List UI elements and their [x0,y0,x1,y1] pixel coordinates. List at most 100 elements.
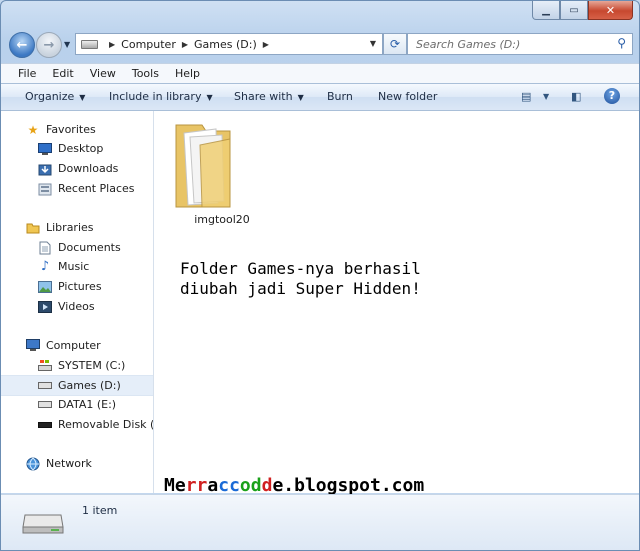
breadcrumb-computer[interactable]: Computer [121,38,176,51]
chevron-right-icon[interactable]: ▶ [263,40,269,49]
new-folder-button[interactable]: New folder [378,90,437,103]
organize-label: Organize [25,90,75,103]
menu-bar: File Edit View Tools Help [1,63,639,83]
maximize-icon: ▭ [569,4,579,16]
blog-watermark: Merraccodde.blogspot.com [164,475,424,496]
burn-button[interactable]: Burn [327,90,353,103]
file-list[interactable]: imgtool20 Folder Games-nya berhasil diub… [154,111,639,496]
details-pane: 1 item [1,494,639,550]
breadcrumb-games-d[interactable]: Games (D:) [194,38,257,51]
organize-button[interactable]: Organize ▼ [25,90,85,103]
drive-icon [38,379,52,393]
change-view-button[interactable]: ▤ [521,90,531,103]
recent-pages-dropdown[interactable]: ▼ [64,40,70,49]
sidebar-item-pictures[interactable]: Pictures [1,277,153,296]
share-with-label: Share with [234,90,293,103]
include-in-library-button[interactable]: Include in library ▼ [109,90,213,103]
drive-icon [38,398,52,412]
sidebar-item-downloads[interactable]: Downloads [1,159,153,178]
documents-icon [38,241,52,255]
sidebar-item-label: Network [46,457,92,470]
preview-pane-icon: ◧ [571,90,582,103]
sidebar-item-label: Favorites [46,123,96,136]
item-count: 1 item [82,504,118,517]
folder-item-imgtool20[interactable]: imgtool20 [172,117,272,227]
sidebar-item-videos[interactable]: Videos [1,297,153,316]
sidebar-item-libraries[interactable]: Libraries [1,218,153,237]
refresh-button[interactable]: ⟳ [383,33,407,55]
drive-icon [81,39,98,49]
network-icon [26,457,40,471]
chevron-down-icon: ▼ [79,93,86,102]
refresh-icon: ⟳ [389,37,401,51]
forward-button[interactable]: → [36,32,62,58]
address-dropdown-icon[interactable]: ▼ [370,39,376,48]
recent-places-icon [38,182,52,196]
sidebar-item-recent-places[interactable]: Recent Places [1,179,153,198]
chevron-right-icon[interactable]: ▶ [182,40,188,49]
computer-icon [26,339,40,353]
search-box[interactable]: ⚲ [407,33,633,55]
watermark-part: Me [164,475,186,496]
arrow-right-icon: → [43,37,55,53]
folder-name: imgtool20 [194,213,250,226]
sidebar-item-desktop[interactable]: Desktop [1,139,153,158]
sidebar-item-label: Documents [58,241,121,254]
watermark-part: e [272,475,284,496]
sidebar-item-label: Downloads [58,162,119,175]
drive-icon [22,514,64,534]
sidebar-item-label: SYSTEM (C:) [58,359,126,372]
menu-edit[interactable]: Edit [44,67,81,80]
chevron-down-icon: ▼ [297,93,304,102]
windows-drive-icon [38,359,52,373]
sidebar-item-label: Removable Disk (L:) [58,418,153,431]
close-icon: ✕ [605,3,616,17]
menu-file[interactable]: File [1,67,44,80]
sidebar-item-documents[interactable]: Documents [1,238,153,257]
command-bar: Organize ▼ Include in library ▼ Share with… [1,83,639,111]
minimize-button[interactable]: ▁ [532,1,560,20]
menu-view[interactable]: View [82,67,124,80]
star-icon: ★ [27,122,39,137]
navigation-row: ← → ▼ ▶ Computer ▶ Games (D:) ▶ ▼ ⟳ ⚲ [9,31,633,59]
videos-icon [38,300,52,314]
preview-pane-button[interactable]: ◧ [571,90,581,103]
libraries-icon [26,221,40,235]
menu-help[interactable]: Help [167,67,208,80]
sidebar-item-games-d[interactable]: Games (D:) [1,375,153,396]
watermark-part: r [185,475,197,496]
watermark-part: c [229,475,240,496]
close-button[interactable]: ✕ [588,1,633,20]
chevron-right-icon[interactable]: ▶ [109,40,115,49]
sidebar-item-network[interactable]: Network [1,454,153,473]
maximize-button[interactable]: ▭ [560,1,588,20]
back-button[interactable]: ← [9,32,35,58]
annotation-line-1: Folder Games-nya berhasil [180,259,421,278]
sidebar-item-favorites[interactable]: ★ Favorites [1,120,153,139]
sidebar-item-data1-e[interactable]: DATA1 (E:) [1,395,153,414]
watermark-part: o [239,475,251,496]
sidebar-item-removable-disk-l[interactable]: Removable Disk (L:) [1,415,153,434]
help-icon[interactable]: ? [604,88,620,104]
watermark-part: .blogspot.com [283,475,425,496]
burn-label: Burn [327,90,353,103]
view-options-icon: ▤ [521,90,532,103]
sidebar-item-music[interactable]: ♪ Music [1,257,153,276]
sidebar-item-computer[interactable]: Computer [1,336,153,355]
search-icon[interactable]: ⚲ [617,36,626,50]
chevron-down-icon: ▼ [543,92,550,101]
share-with-button[interactable]: Share with ▼ [234,90,304,103]
search-input[interactable] [414,36,614,52]
sidebar-item-label: Recent Places [58,182,135,195]
menu-tools[interactable]: Tools [124,67,167,80]
view-dropdown[interactable]: ▼ [543,92,549,101]
sidebar-item-label: Pictures [58,280,102,293]
sidebar-item-system-c[interactable]: SYSTEM (C:) [1,356,153,375]
sidebar-item-label: Videos [58,300,95,313]
navigation-pane: ★ Favorites Desktop Downloads Recent Pla… [1,111,154,493]
caption-buttons: ▁ ▭ ✕ [532,1,633,20]
include-in-library-label: Include in library [109,90,202,103]
address-bar[interactable]: ▶ Computer ▶ Games (D:) ▶ ▼ [75,33,383,55]
sidebar-item-label: Libraries [46,221,94,234]
sidebar-item-label: Computer [46,339,101,352]
